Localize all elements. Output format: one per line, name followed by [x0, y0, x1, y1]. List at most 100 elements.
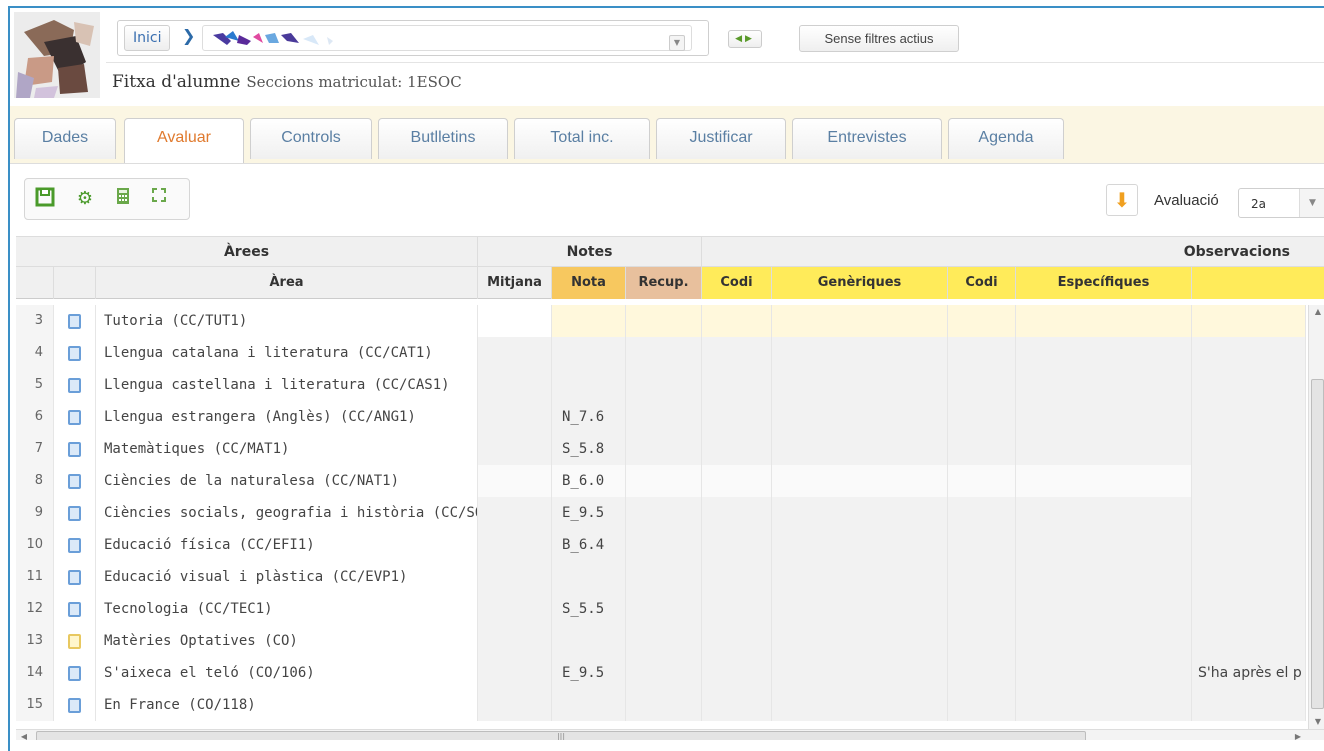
- area-name[interactable]: Tecnologia (CC/TEC1): [96, 593, 478, 625]
- tab-butlletins[interactable]: Butlletins: [378, 118, 508, 159]
- col-generiques[interactable]: Genèriques: [772, 267, 948, 299]
- codi-generic-cell[interactable]: [702, 529, 772, 561]
- col-area[interactable]: Àrea: [96, 267, 478, 299]
- student-name-selector[interactable]: ▼: [202, 25, 692, 51]
- codi-specific-cell[interactable]: [948, 369, 1016, 401]
- area-name[interactable]: S'aixeca el teló (CO/106): [96, 657, 478, 689]
- table-row[interactable]: 10 Educació física (CC/EFI1) B_6.4: [16, 529, 1306, 561]
- generiques-cell[interactable]: [772, 497, 948, 529]
- especifiques-cell[interactable]: [1016, 657, 1192, 689]
- scroll-right-icon[interactable]: ▶: [1290, 730, 1306, 740]
- nota-cell[interactable]: B_6.0: [552, 465, 626, 497]
- mitjana-cell[interactable]: [478, 337, 552, 369]
- recup-cell[interactable]: [626, 305, 702, 337]
- nota-cell[interactable]: E_9.5: [552, 657, 626, 689]
- codi-generic-cell[interactable]: [702, 433, 772, 465]
- area-name[interactable]: Llengua estrangera (Anglès) (CC/ANG1): [96, 401, 478, 433]
- nota-cell[interactable]: S_5.5: [552, 593, 626, 625]
- table-row[interactable]: 8 Ciències de la naturalesa (CC/NAT1) B_6.…: [16, 465, 1306, 497]
- area-name[interactable]: Tutoria (CC/TUT1): [96, 305, 478, 337]
- mitjana-cell[interactable]: [478, 433, 552, 465]
- observation-cell[interactable]: S'ha après el p: [1192, 657, 1306, 689]
- codi-generic-cell[interactable]: [702, 369, 772, 401]
- generiques-cell[interactable]: [772, 689, 948, 721]
- scroll-down-icon[interactable]: ▼: [1309, 715, 1324, 729]
- table-row[interactable]: 13 Matèries Optatives (CO): [16, 625, 1306, 657]
- recup-cell[interactable]: [626, 465, 702, 497]
- horizontal-scrollbar[interactable]: ◀ ||| ▶: [16, 729, 1324, 740]
- table-row[interactable]: 6 Llengua estrangera (Anglès) (CC/ANG1) N_…: [16, 401, 1306, 433]
- codi-generic-cell[interactable]: [702, 561, 772, 593]
- col-especifiques[interactable]: Específiques: [1016, 267, 1192, 299]
- horizontal-scroll-thumb[interactable]: |||: [36, 731, 1086, 740]
- area-name[interactable]: Ciències de la naturalesa (CC/NAT1): [96, 465, 478, 497]
- evaluation-select[interactable]: 2a ▼: [1238, 188, 1324, 218]
- nota-cell[interactable]: [552, 369, 626, 401]
- nota-cell[interactable]: N_7.6: [552, 401, 626, 433]
- table-row[interactable]: 3 Tutoria (CC/TUT1): [16, 305, 1306, 337]
- codi-generic-cell[interactable]: [702, 689, 772, 721]
- codi-generic-cell[interactable]: [702, 465, 772, 497]
- col-codi-specific[interactable]: Codi: [948, 267, 1016, 299]
- observation-cell[interactable]: [1192, 625, 1306, 657]
- area-name[interactable]: Educació física (CC/EFI1): [96, 529, 478, 561]
- observation-cell[interactable]: [1192, 593, 1306, 625]
- especifiques-cell[interactable]: [1016, 369, 1192, 401]
- generiques-cell[interactable]: [772, 305, 948, 337]
- nota-cell[interactable]: E_9.5: [552, 497, 626, 529]
- table-row[interactable]: 5 Llengua castellana i literatura (CC/CAS…: [16, 369, 1306, 401]
- area-name[interactable]: Ciències socials, geografia i història (…: [96, 497, 478, 529]
- especifiques-cell[interactable]: [1016, 529, 1192, 561]
- observation-cell[interactable]: [1192, 433, 1306, 465]
- codi-specific-cell[interactable]: [948, 337, 1016, 369]
- tab-dades[interactable]: Dades: [14, 118, 116, 159]
- codi-specific-cell[interactable]: [948, 657, 1016, 689]
- especifiques-cell[interactable]: [1016, 593, 1192, 625]
- table-row[interactable]: 4 Llengua catalana i literatura (CC/CAT1): [16, 337, 1306, 369]
- codi-specific-cell[interactable]: [948, 497, 1016, 529]
- chevron-down-icon[interactable]: ▼: [669, 35, 685, 51]
- vertical-scroll-thumb[interactable]: [1311, 379, 1324, 709]
- generiques-cell[interactable]: [772, 529, 948, 561]
- nota-cell[interactable]: S_5.8: [552, 433, 626, 465]
- codi-generic-cell[interactable]: [702, 337, 772, 369]
- col-nota[interactable]: Nota: [552, 267, 626, 299]
- area-name[interactable]: En France (CO/118): [96, 689, 478, 721]
- observation-cell[interactable]: [1192, 561, 1306, 593]
- mitjana-cell[interactable]: [478, 401, 552, 433]
- codi-specific-cell[interactable]: [948, 625, 1016, 657]
- active-filters-button[interactable]: Sense filtres actius: [799, 25, 959, 52]
- gear-icon[interactable]: ⚙: [73, 187, 97, 211]
- tab-justificar[interactable]: Justificar: [656, 118, 786, 159]
- generiques-cell[interactable]: [772, 465, 948, 497]
- area-name[interactable]: Llengua catalana i literatura (CC/CAT1): [96, 337, 478, 369]
- especifiques-cell[interactable]: [1016, 337, 1192, 369]
- mitjana-cell[interactable]: [478, 305, 552, 337]
- nota-cell[interactable]: [552, 305, 626, 337]
- mitjana-cell[interactable]: [478, 497, 552, 529]
- mitjana-cell[interactable]: [478, 625, 552, 657]
- mitjana-cell[interactable]: [478, 465, 552, 497]
- nota-cell[interactable]: [552, 625, 626, 657]
- recup-cell[interactable]: [626, 401, 702, 433]
- codi-specific-cell[interactable]: [948, 689, 1016, 721]
- table-row[interactable]: 11 Educació visual i plàstica (CC/EVP1): [16, 561, 1306, 593]
- nota-cell[interactable]: [552, 689, 626, 721]
- observation-cell[interactable]: [1192, 465, 1306, 497]
- especifiques-cell[interactable]: [1016, 497, 1192, 529]
- table-row[interactable]: 9 Ciències socials, geografia i història …: [16, 497, 1306, 529]
- generiques-cell[interactable]: [772, 593, 948, 625]
- col-recup[interactable]: Recup.: [626, 267, 702, 299]
- codi-specific-cell[interactable]: [948, 433, 1016, 465]
- table-row[interactable]: 14 S'aixeca el teló (CO/106) E_9.5 S'ha apr…: [16, 657, 1306, 689]
- recup-cell[interactable]: [626, 689, 702, 721]
- prev-next-arrows[interactable]: ◀▶: [728, 30, 762, 48]
- codi-specific-cell[interactable]: [948, 529, 1016, 561]
- generiques-cell[interactable]: [772, 561, 948, 593]
- codi-specific-cell[interactable]: [948, 465, 1016, 497]
- observation-cell[interactable]: [1192, 497, 1306, 529]
- observation-cell[interactable]: [1192, 305, 1306, 337]
- codi-generic-cell[interactable]: [702, 497, 772, 529]
- especifiques-cell[interactable]: [1016, 625, 1192, 657]
- table-row[interactable]: 15 En France (CO/118): [16, 689, 1306, 721]
